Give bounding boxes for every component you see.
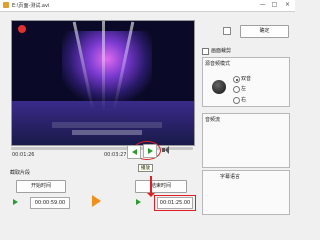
radio-channel-left-label: 左 <box>241 86 247 92</box>
crop-checkbox-label: 画面裁剪 <box>211 48 232 54</box>
video-caption-graphic <box>72 130 142 135</box>
prev-icon <box>132 149 137 155</box>
channel-logo-icon <box>18 25 26 33</box>
ok-icon <box>223 27 231 35</box>
start-time-button[interactable]: 开始时间 <box>16 180 66 193</box>
prev-frame-button[interactable] <box>127 145 141 159</box>
subtitle-label: 字幕语言 <box>220 174 241 180</box>
play-tooltip: 播放 <box>138 164 153 172</box>
volume-icon[interactable] <box>162 146 170 155</box>
stage-glow-graphic <box>62 31 152 101</box>
annotation-arrow-head <box>147 193 155 197</box>
end-mark-icon[interactable] <box>136 198 142 206</box>
volume-knob[interactable] <box>212 80 226 94</box>
audio-channel-label: 源音频模式 <box>205 61 231 67</box>
maximize-button[interactable]: □ <box>270 1 279 9</box>
clip-section-label: 截取片段 <box>10 170 31 176</box>
light-beam <box>102 21 105 111</box>
play-icon <box>148 148 153 154</box>
arrow-right-icon <box>92 195 101 207</box>
radio-channel-right-label: 右 <box>241 97 247 103</box>
play-button[interactable] <box>143 144 157 158</box>
ok-button[interactable]: 确定 <box>240 25 289 38</box>
crop-checkbox[interactable] <box>202 48 209 55</box>
radio-channel-stereo[interactable] <box>233 76 240 83</box>
close-button[interactable]: × <box>283 1 292 9</box>
current-time: 00:01:26 <box>12 152 35 158</box>
video-preview[interactable] <box>11 20 195 146</box>
video-subtitle-graphic <box>52 122 162 128</box>
subtitle-group <box>202 170 290 215</box>
app-icon <box>3 2 9 8</box>
start-mark-icon[interactable] <box>13 198 19 206</box>
radio-channel-left[interactable] <box>233 86 240 93</box>
end-time: 00:03:27 <box>104 152 127 158</box>
radio-channel-right[interactable] <box>233 97 240 104</box>
end-time-field[interactable]: 00:01:25.00 <box>157 197 193 209</box>
audio-stream-label: 音频流 <box>205 117 221 123</box>
window-title: E:\页面-测试.avi <box>12 3 50 9</box>
end-time-button[interactable]: 结束时间 <box>135 180 187 193</box>
start-time-field[interactable]: 00:00:59.00 <box>30 197 70 209</box>
minimize-button[interactable]: — <box>258 1 267 9</box>
radio-channel-stereo-label: 双音 <box>241 76 252 82</box>
watermark-logo <box>152 26 178 38</box>
